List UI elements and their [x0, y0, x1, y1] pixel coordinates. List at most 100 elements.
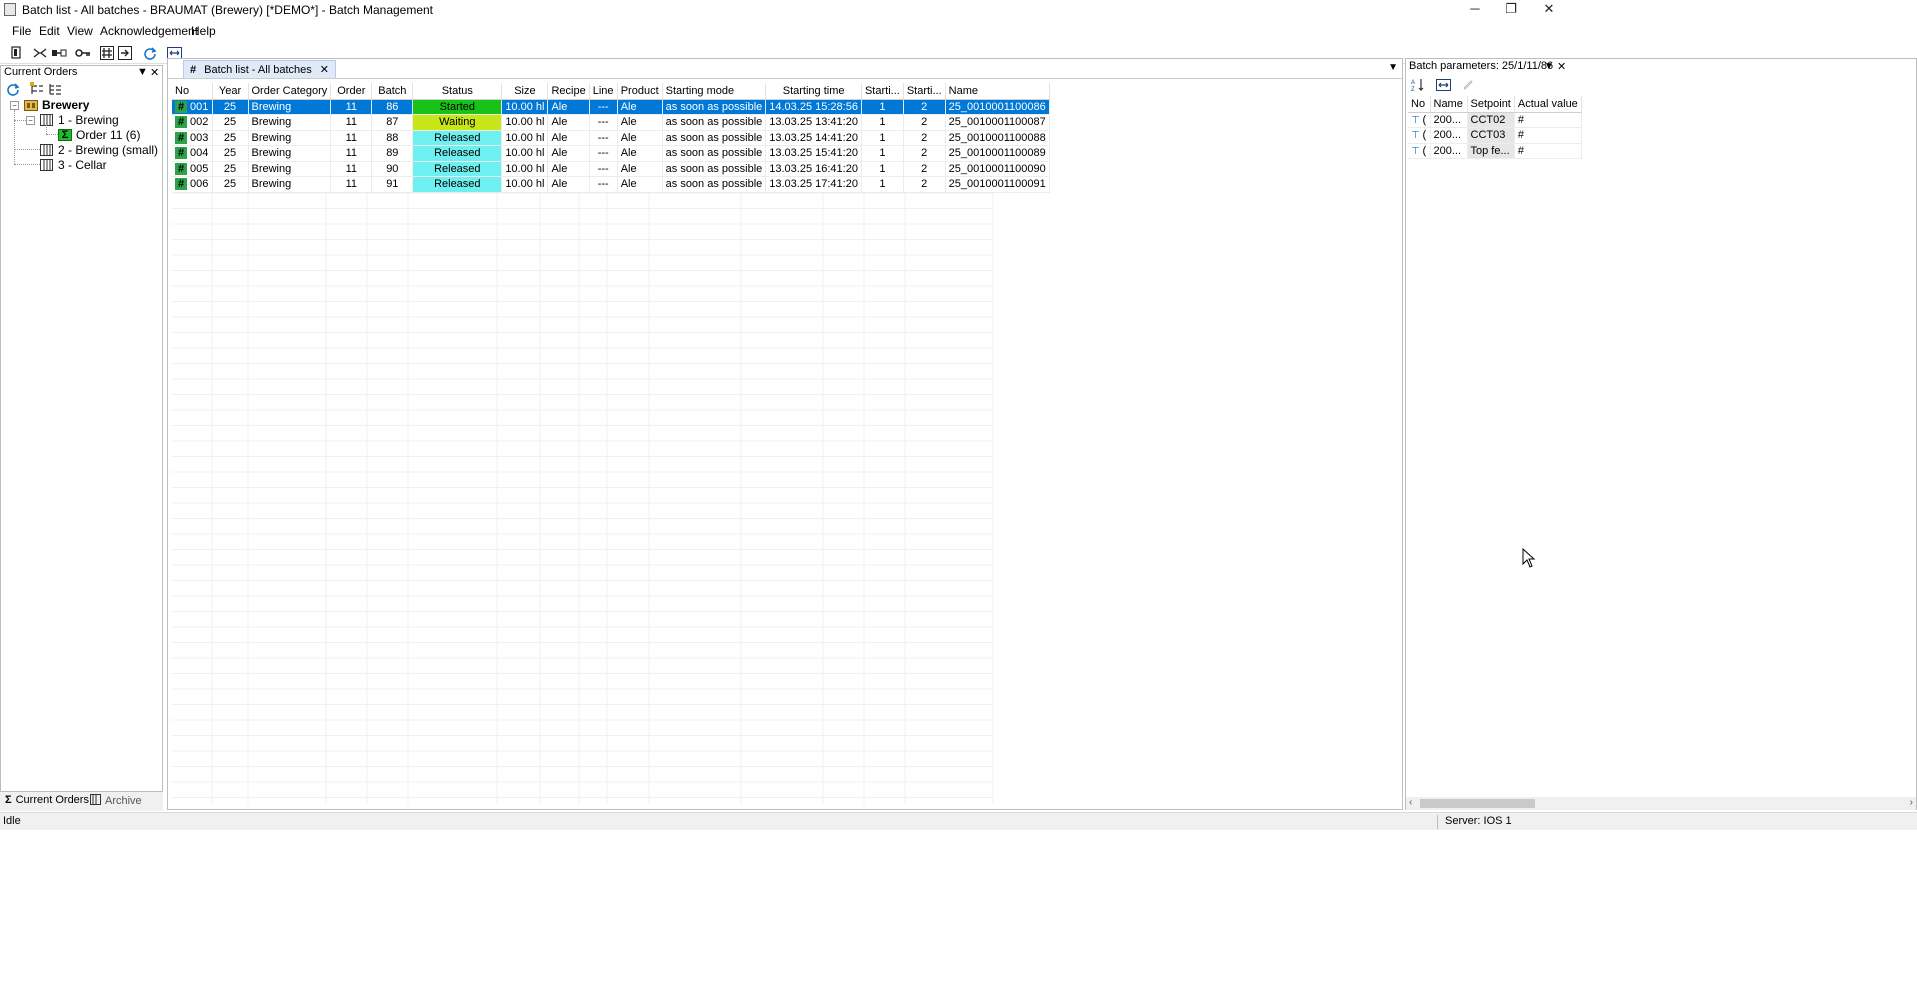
panel-close-icon[interactable]: ✕	[150, 66, 159, 79]
cell-order: 11	[330, 114, 373, 131]
cell-order-category: Brewing	[248, 130, 332, 146]
panel-close-icon[interactable]: ✕	[1557, 60, 1566, 73]
horizontal-scrollbar[interactable]: ‹ ›	[1406, 797, 1916, 810]
sigma-icon: Σ	[58, 129, 72, 141]
cell-starting-time: 14.03.25 15:28:56	[765, 99, 862, 115]
tree-node-label: Brewery	[42, 98, 90, 112]
cell-line: ---	[589, 176, 618, 193]
current-orders-panel: Current Orders ▼ ✕ − Brewery − 1 - Brewi…	[0, 65, 163, 810]
tree-node-unit-2[interactable]: 2 - Brewing (small)	[40, 143, 158, 157]
tree-node-unit-3[interactable]: 3 - Cellar	[40, 158, 107, 172]
collapse-tree-icon[interactable]	[48, 82, 62, 99]
column-header-order[interactable]: Order	[330, 83, 373, 100]
cell-starting-2: 2	[903, 114, 946, 131]
table-row[interactable]: #002 25 Brewing 11 87 Waiting 10.00 hl Ale --- Al…	[172, 114, 1050, 131]
column-header-name[interactable]: Name	[1430, 96, 1468, 113]
link-icon[interactable]	[50, 44, 68, 61]
table-row[interactable]: ⊤ (200... CCT03 #	[1408, 127, 1582, 144]
column-header-no[interactable]: No	[172, 83, 213, 100]
document-dropdown-icon[interactable]: ▼	[1388, 62, 1398, 73]
column-header-name[interactable]: Name	[945, 83, 1050, 100]
status-separator	[1437, 815, 1438, 829]
cell-starting-mode: as soon as possible	[662, 161, 767, 177]
menu-file[interactable]: File	[12, 24, 31, 38]
cell-starting-1: 1	[861, 99, 904, 115]
menu-acknowledgement[interactable]: Acknowledgement	[100, 24, 198, 38]
tree-expander[interactable]: −	[26, 116, 35, 125]
cell-line: ---	[589, 130, 618, 146]
cell-no: #002	[172, 114, 213, 131]
fit-columns-icon[interactable]	[1436, 79, 1451, 94]
split-icon[interactable]	[31, 44, 49, 61]
menu-edit[interactable]: Edit	[39, 24, 60, 38]
edit-icon[interactable]	[1462, 78, 1474, 93]
cell-name: 25_0010001100091	[945, 176, 1050, 193]
column-header-year[interactable]: Year	[212, 83, 249, 100]
panel-dropdown-icon[interactable]: ▼	[1544, 61, 1554, 72]
table-row[interactable]: #005 25 Brewing 11 90 Released 10.00 hl Ale --- A…	[172, 161, 1050, 177]
menu-view[interactable]: View	[67, 24, 93, 38]
table-row[interactable]: ⊤ (200... CCT02 #	[1408, 112, 1582, 128]
column-header-starting-mode[interactable]: Starting mode	[662, 83, 767, 100]
tree-node-unit-1[interactable]: 1 - Brewing	[40, 113, 119, 127]
table-row[interactable]: #004 25 Brewing 11 89 Released 10.00 hl Ale --- A…	[172, 145, 1050, 162]
column-header-batch[interactable]: Batch	[371, 83, 414, 100]
cell-size: 10.00 hl	[501, 176, 549, 193]
cell-status: Released	[412, 176, 503, 193]
refresh-icon[interactable]	[6, 82, 20, 99]
key-icon[interactable]	[74, 44, 92, 61]
column-header-line[interactable]: Line	[589, 83, 618, 100]
tree-expander[interactable]: −	[10, 101, 19, 110]
column-header-setpoint[interactable]: Setpoint	[1467, 96, 1515, 113]
scroll-right-icon[interactable]: ›	[1910, 797, 1913, 808]
export-icon[interactable]	[116, 44, 134, 61]
batch-icon: #	[175, 178, 187, 191]
tree-node-brewery[interactable]: Brewery	[24, 98, 89, 112]
refresh-icon[interactable]	[141, 44, 159, 61]
panel-dropdown-icon[interactable]: ▼	[137, 66, 148, 78]
column-header-recipe[interactable]: Recipe	[547, 83, 590, 100]
table-row[interactable]: #003 25 Brewing 11 88 Released 10.00 hl Ale --- A…	[172, 130, 1050, 146]
scrollbar-thumb[interactable]	[1420, 799, 1535, 808]
left-panel-tabs: Σ Current Orders Archive	[0, 791, 163, 811]
cell-batch: 90	[371, 161, 414, 177]
scroll-left-icon[interactable]: ‹	[1409, 797, 1412, 808]
column-header-no[interactable]: No	[1408, 96, 1431, 113]
tab-archive[interactable]: Archive	[90, 794, 142, 808]
close-button[interactable]: ✕	[1526, 0, 1572, 20]
cell-name: 25_0010001100090	[945, 161, 1050, 177]
tree-node-order-11[interactable]: Σ Order 11 (6)	[58, 128, 140, 142]
cell-starting-time: 13.03.25 14:41:20	[765, 130, 862, 146]
sort-az-icon[interactable]: AZ	[1411, 78, 1426, 95]
column-header-size[interactable]: Size	[501, 83, 549, 100]
cell-line: ---	[589, 99, 618, 115]
tab-batch-list[interactable]: # Batch list - All batches ✕	[183, 60, 336, 78]
document-tab-strip: # Batch list - All batches ✕ ▼	[168, 59, 1402, 79]
cell-recipe: Ale	[547, 161, 590, 177]
column-header-product[interactable]: Product	[617, 83, 663, 100]
menu-help[interactable]: Help	[191, 24, 216, 38]
door-icon[interactable]	[8, 44, 26, 61]
cell-product: Ale	[617, 114, 663, 131]
cell-setpoint[interactable]: CCT03	[1467, 127, 1515, 144]
cell-line: ---	[589, 145, 618, 162]
column-header-actual-value[interactable]: Actual value	[1514, 96, 1582, 113]
column-header-starting-time[interactable]: Starting time	[765, 83, 862, 100]
table-row[interactable]: #006 25 Brewing 11 91 Released 10.00 hl Ale --- A…	[172, 176, 1050, 193]
tab-close-icon[interactable]: ✕	[320, 63, 329, 76]
svg-text:A: A	[1411, 80, 1415, 86]
tree-connector	[46, 134, 58, 135]
column-header-starting-1[interactable]: Starti...	[861, 83, 904, 100]
batch-grid-icon[interactable]	[98, 44, 116, 61]
cell-setpoint[interactable]: Top fe...	[1467, 143, 1515, 159]
table-row[interactable]: #001 25 Brewing 11 86 Started 10.00 hl Ale --- Al…	[172, 99, 1050, 115]
column-header-starting-2[interactable]: Starti...	[903, 83, 946, 100]
table-row[interactable]: ⊤ (200... Top fe... #	[1408, 143, 1582, 159]
cell-setpoint[interactable]: CCT02	[1467, 112, 1515, 128]
tree-node-label: 3 - Cellar	[58, 158, 107, 172]
column-header-order-category[interactable]: Order Category	[248, 83, 332, 100]
expand-tree-icon[interactable]	[30, 82, 44, 99]
cell-name: 200...	[1430, 143, 1468, 159]
tab-current-orders[interactable]: Σ Current Orders	[5, 794, 89, 806]
column-header-status[interactable]: Status	[412, 83, 503, 100]
